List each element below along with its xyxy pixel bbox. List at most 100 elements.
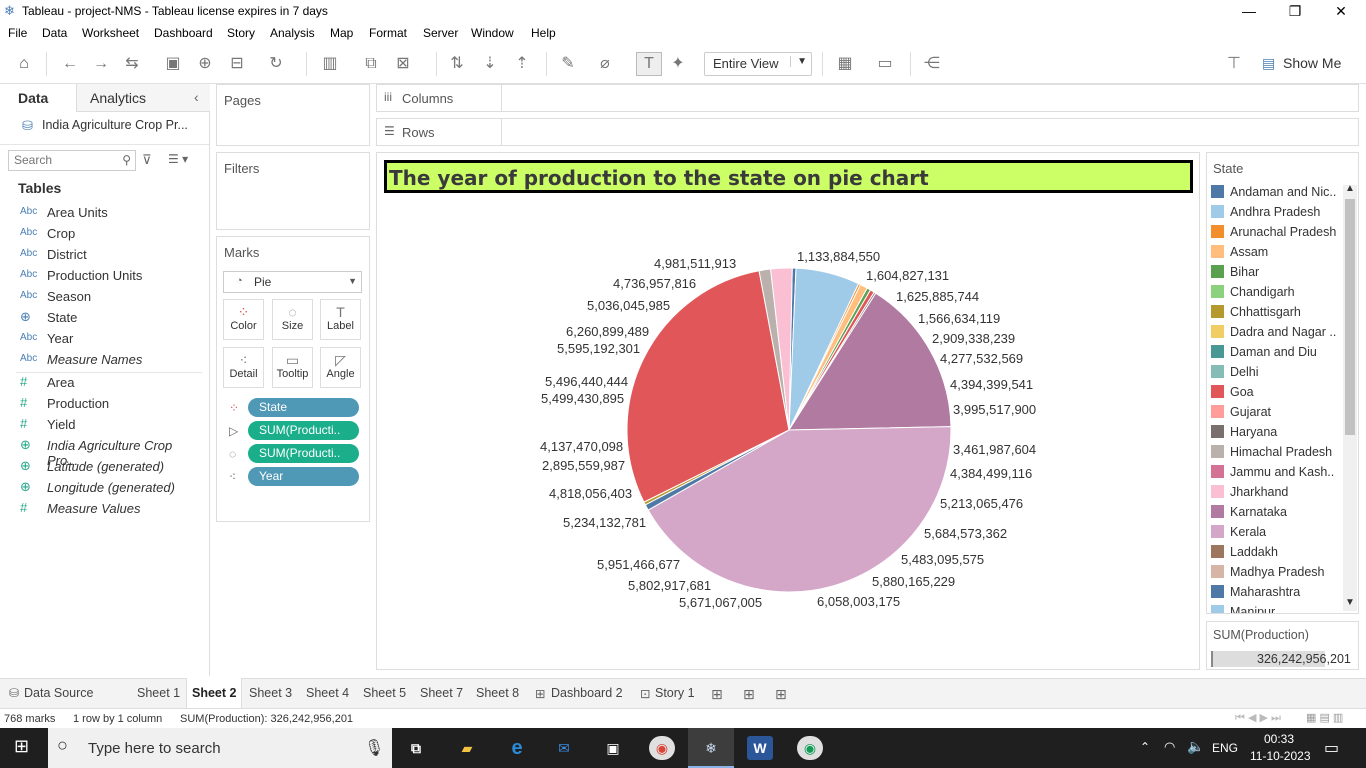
field-longitude[interactable]: ⊕ Longitude (generated) [0, 478, 205, 499]
legend-item[interactable]: Madhya Pradesh [1211, 565, 1339, 579]
minimize-button[interactable]: — [1226, 1, 1272, 21]
menu-format[interactable]: Format [369, 26, 407, 40]
notification-icon[interactable]: ▭ [1324, 738, 1339, 758]
legend-item[interactable]: Arunachal Pradesh [1211, 225, 1339, 239]
language-indicator[interactable]: ENG [1212, 741, 1238, 755]
refresh-icon[interactable]: ↻ [266, 54, 286, 74]
menu-map[interactable]: Map [330, 26, 353, 40]
volume-icon[interactable]: 🔈 [1187, 738, 1204, 755]
sort-ascending-icon[interactable]: ⇣ [480, 54, 500, 74]
legend-item[interactable]: Laddakh [1211, 545, 1339, 559]
tab-analytics[interactable]: Analytics [90, 90, 146, 106]
new-datasource-icon[interactable]: ⊕ [195, 54, 215, 74]
field-measure-names[interactable]: Abc Measure Names [0, 350, 205, 371]
legend-item[interactable]: Manipur [1211, 605, 1339, 613]
detail-button[interactable]: ⁖ Detail [223, 347, 264, 388]
collapse-icon[interactable]: ‹ [194, 89, 199, 105]
pill-sum-production-angle[interactable]: SUM(Producti.. [248, 421, 359, 440]
tab-sheet-2[interactable]: Sheet 2 [192, 686, 236, 700]
tab-sheet-7[interactable]: Sheet 7 [420, 686, 463, 700]
menu-file[interactable]: File [8, 26, 27, 40]
field-state[interactable]: ⊕ State [0, 308, 205, 329]
field-count[interactable]: ⊕ India Agriculture Crop Pro... [0, 436, 205, 468]
legend-item[interactable]: Gujarat [1211, 405, 1339, 419]
share-icon[interactable]: ⋲ [922, 54, 942, 74]
scroll-up-icon[interactable]: ▲ [1345, 183, 1355, 194]
tableau-icon[interactable]: ❄ [698, 736, 724, 760]
tab-sheet-4[interactable]: Sheet 4 [306, 686, 349, 700]
legend-item[interactable]: Andaman and Nic.. [1211, 185, 1339, 199]
columns-shelf[interactable]: iii Columns [376, 84, 1359, 112]
clock-date[interactable]: 11-10-2023 [1250, 749, 1311, 763]
menu-data[interactable]: Data [42, 26, 67, 40]
tab-sheet-1[interactable]: Sheet 1 [137, 686, 180, 700]
menu-window[interactable]: Window [471, 26, 514, 40]
tab-data[interactable]: Data [18, 90, 48, 106]
rows-shelf[interactable]: ☰ Rows [376, 118, 1359, 146]
chrome-profile-icon[interactable]: ◉ [797, 736, 823, 760]
show-me-icon[interactable]: ▤ [1262, 55, 1275, 72]
save-icon[interactable]: ▣ [163, 54, 183, 74]
new-story-icon[interactable]: ⊞ [775, 686, 787, 703]
microphone-icon[interactable]: 🎙 [364, 738, 384, 758]
legend-item[interactable]: Himachal Pradesh [1211, 445, 1339, 459]
redo-icon[interactable]: → [91, 54, 111, 74]
field-yield[interactable]: # Yield [0, 415, 205, 436]
legend-item[interactable]: Chhattisgarh [1211, 305, 1339, 319]
mail-icon[interactable]: ✉ [551, 736, 577, 760]
swap-icon[interactable]: ⇅ [447, 54, 467, 74]
field-production-units[interactable]: Abc Production Units [0, 266, 205, 287]
size-legend[interactable]: SUM(Production) 326,242,956,201 [1206, 621, 1359, 670]
pill-sum-production-size[interactable]: SUM(Producti.. [248, 444, 359, 463]
mark-type-dropdown[interactable]: ◔ Pie ▼ [223, 271, 362, 293]
menu-help[interactable]: Help [531, 26, 556, 40]
chevron-up-icon[interactable]: ⌃ [1140, 740, 1150, 754]
menu-worksheet[interactable]: Worksheet [82, 26, 139, 40]
legend-item[interactable]: Maharashtra [1211, 585, 1339, 599]
menu-server[interactable]: Server [423, 26, 458, 40]
new-worksheet-icon[interactable]: ⊞ [711, 686, 723, 703]
search-field[interactable]: ⚲ [8, 150, 136, 171]
pie-chart[interactable] [376, 152, 1200, 670]
show-cards-icon[interactable]: ▦ [835, 54, 855, 74]
group-icon[interactable]: ⌀ [595, 54, 615, 74]
pause-updates-icon[interactable]: ⊟ [227, 54, 247, 74]
new-worksheet-icon[interactable]: ▥ [320, 54, 340, 74]
menu-story[interactable]: Story [227, 26, 255, 40]
home-icon[interactable]: ⌂ [14, 54, 34, 74]
field-production[interactable]: # Production [0, 394, 205, 415]
sheet-nav-icons[interactable]: ⏮ ◀ ▶ ⏭ [1235, 711, 1281, 725]
fit-dropdown[interactable]: Entire View ▼ [704, 52, 812, 76]
show-labels-icon[interactable]: T [636, 52, 662, 76]
taskbar-search[interactable]: ○ Type here to search 🎙 [48, 728, 392, 768]
windows-start-icon[interactable]: ⊞ [14, 736, 29, 757]
highlight-icon[interactable]: ✎ [558, 54, 578, 74]
legend-item[interactable]: Goa [1211, 385, 1339, 399]
duplicate-sheet-icon[interactable]: ⧉ [361, 54, 381, 74]
new-dashboard-icon[interactable]: ⊞ [743, 686, 755, 703]
store-icon[interactable]: ▣ [600, 736, 626, 760]
field-year[interactable]: Abc Year [0, 329, 205, 350]
clock-time[interactable]: 00:33 [1264, 732, 1294, 746]
legend-item[interactable]: Dadra and Nagar .. [1211, 325, 1339, 339]
legend-item[interactable]: Haryana [1211, 425, 1339, 439]
field-crop[interactable]: Abc Crop [0, 224, 205, 245]
presentation-icon[interactable]: ▭ [875, 54, 895, 74]
datasource-name[interactable]: India Agriculture Crop Pr... [42, 118, 188, 132]
undo-icon[interactable]: ← [60, 54, 80, 74]
chrome-icon[interactable]: ◉ [649, 736, 675, 760]
restore-button[interactable]: ❐ [1272, 1, 1318, 21]
scroll-down-icon[interactable]: ▼ [1345, 597, 1355, 608]
scrollbar-thumb[interactable] [1345, 199, 1355, 435]
label-button[interactable]: T Label [320, 299, 361, 340]
filters-card[interactable]: Filters [216, 152, 370, 230]
pill-state[interactable]: State [248, 398, 359, 417]
edge-icon[interactable]: e [504, 736, 530, 760]
sort-descending-icon[interactable]: ⇡ [512, 54, 532, 74]
tab-dashboard-2[interactable]: Dashboard 2 [551, 686, 623, 700]
legend-item[interactable]: Bihar [1211, 265, 1339, 279]
legend-item[interactable]: Jharkhand [1211, 485, 1339, 499]
legend-item[interactable]: Delhi [1211, 365, 1339, 379]
view-mode-icons[interactable]: ▦ ▤ ▥ [1306, 711, 1343, 724]
pill-year[interactable]: Year [248, 467, 359, 486]
